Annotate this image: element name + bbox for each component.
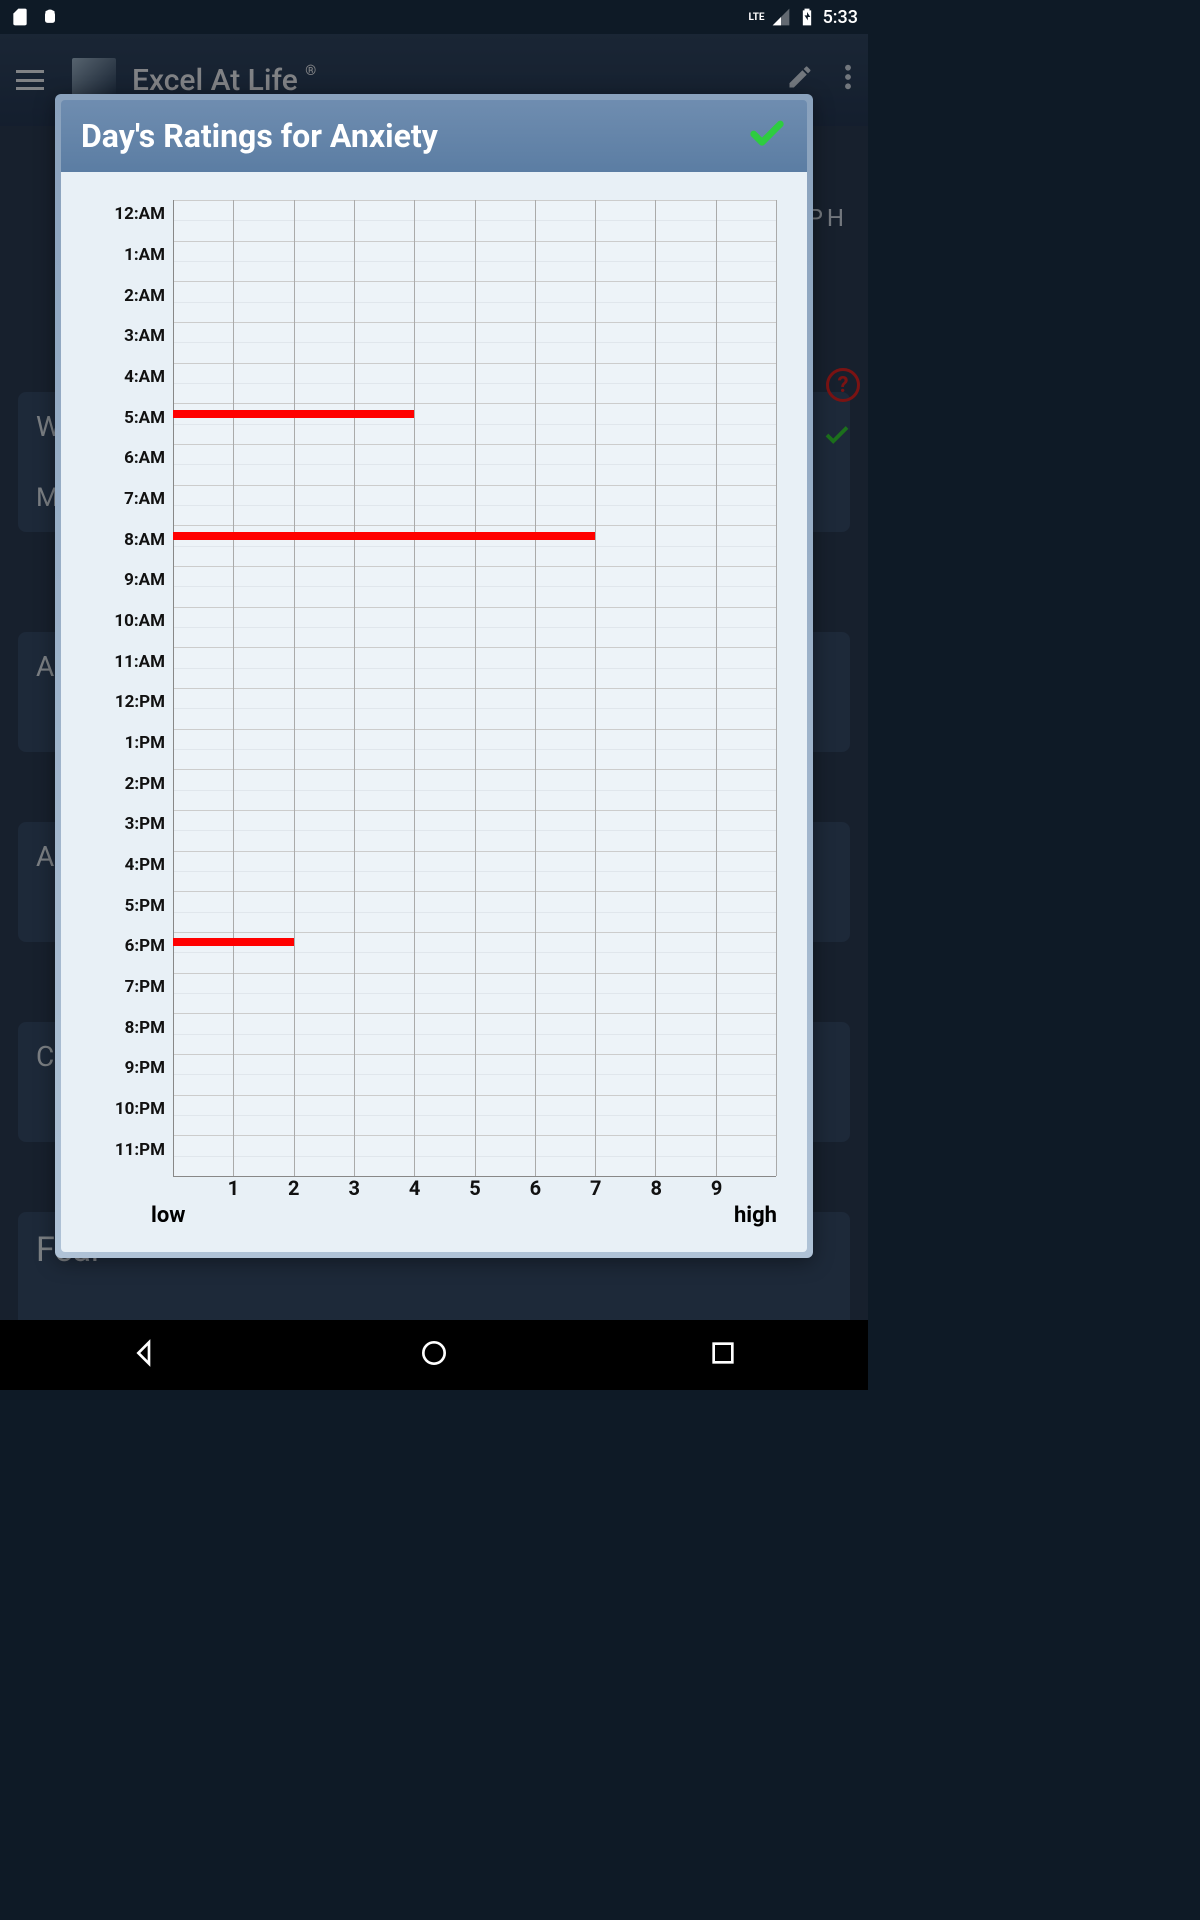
y-tick-label: 7:AM — [91, 489, 165, 509]
help-icon[interactable]: ? — [826, 368, 860, 402]
system-nav-bar — [0, 1320, 868, 1390]
x-tick-label: 4 — [409, 1176, 420, 1200]
y-tick-label: 7:PM — [91, 977, 165, 997]
more-icon[interactable] — [844, 63, 852, 98]
clock-text: 5:33 — [823, 7, 858, 28]
y-tick-label: 12:AM — [91, 204, 165, 224]
x-tick-label: 9 — [711, 1176, 722, 1200]
y-tick-label: 5:PM — [91, 896, 165, 916]
modal-title: Day's Ratings for Anxiety — [81, 117, 438, 155]
x-tick-label: 3 — [348, 1176, 359, 1200]
modal-header: Day's Ratings for Anxiety — [61, 100, 807, 172]
app-title: Excel At Life ® — [132, 63, 316, 98]
y-tick-label: 12:PM — [91, 692, 165, 712]
back-button[interactable] — [129, 1337, 161, 1373]
rating-bar — [173, 938, 294, 946]
y-tick-label: 11:PM — [91, 1140, 165, 1160]
x-axis: 1 2 3 4 5 6 7 8 9 — [173, 1176, 777, 1202]
x-tick-label: 2 — [288, 1176, 299, 1200]
y-tick-label: 4:AM — [91, 367, 165, 387]
x-tick-label: 8 — [650, 1176, 661, 1200]
recent-apps-button[interactable] — [707, 1337, 739, 1373]
check-icon[interactable] — [822, 420, 852, 454]
edit-icon[interactable] — [786, 63, 814, 98]
y-tick-label: 5:AM — [91, 408, 165, 428]
y-tick-label: 10:PM — [91, 1099, 165, 1119]
y-tick-label: 3:PM — [91, 814, 165, 834]
ratings-chart: 12:AM 1:AM 2:AM 3:AM 4:AM 5:AM 6:AM 7:AM 8:AM 9:A… — [91, 200, 777, 1232]
y-tick-label: 2:AM — [91, 286, 165, 306]
y-tick-label: 6:PM — [91, 936, 165, 956]
y-tick-label: 9:AM — [91, 570, 165, 590]
y-tick-label: 1:AM — [91, 245, 165, 265]
home-button[interactable] — [418, 1337, 450, 1373]
signal-icon — [771, 7, 791, 27]
x-tick-label: 5 — [469, 1176, 480, 1200]
x-tick-label: 7 — [590, 1176, 601, 1200]
y-tick-label: 4:PM — [91, 855, 165, 875]
y-tick-label: 11:AM — [91, 652, 165, 672]
plot-area — [173, 200, 777, 1176]
y-tick-label: 8:AM — [91, 530, 165, 550]
y-tick-label: 2:PM — [91, 774, 165, 794]
y-tick-label: 8:PM — [91, 1018, 165, 1038]
rating-bar — [173, 410, 414, 418]
x-tick-label: 6 — [530, 1176, 541, 1200]
modal-body: 12:AM 1:AM 2:AM 3:AM 4:AM 5:AM 6:AM 7:AM 8:AM 9:A… — [61, 172, 807, 1252]
battery-charging-icon — [797, 7, 817, 27]
status-bar: LTE 5:33 — [0, 0, 868, 34]
android-debug-icon — [40, 7, 60, 27]
y-axis: 12:AM 1:AM 2:AM 3:AM 4:AM 5:AM 6:AM 7:AM 8:AM 9:A… — [91, 200, 171, 1176]
y-tick-label: 1:PM — [91, 733, 165, 753]
x-tick-label: 1 — [228, 1176, 239, 1200]
sd-card-icon — [10, 7, 30, 27]
x-label-low: low — [151, 1203, 185, 1228]
ratings-modal: Day's Ratings for Anxiety 12:AM 1:AM 2:AM 3… — [55, 94, 813, 1258]
y-tick-label: 10:AM — [91, 611, 165, 631]
rating-bar — [173, 532, 595, 540]
lte-indicator: LTE — [748, 12, 764, 23]
hamburger-icon[interactable] — [16, 70, 44, 90]
y-tick-label: 3:AM — [91, 326, 165, 346]
y-tick-label: 9:PM — [91, 1058, 165, 1078]
x-label-high: high — [734, 1203, 777, 1228]
confirm-button[interactable] — [747, 114, 787, 158]
y-tick-label: 6:AM — [91, 448, 165, 468]
